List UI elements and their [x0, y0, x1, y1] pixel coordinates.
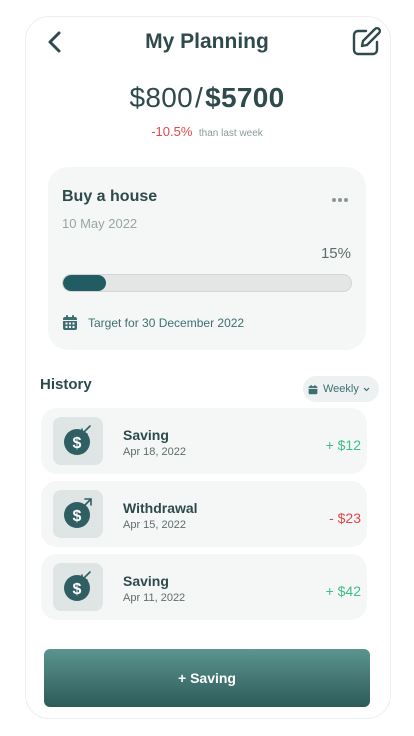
history-item-amount: - $23 — [329, 510, 361, 526]
history-item-type: Withdrawal — [123, 500, 198, 516]
spent-amount: $800 — [129, 82, 194, 113]
history-item-amount: + $42 — [325, 583, 361, 599]
history-item-date: Apr 18, 2022 — [123, 446, 186, 458]
goal-progress-bar — [62, 274, 352, 292]
budget-summary: $800/$5700 — [0, 82, 414, 114]
add-saving-button[interactable]: + Saving — [44, 649, 370, 707]
goal-progress-label: 15% — [320, 245, 351, 262]
change-percent: -10.5% — [151, 124, 193, 139]
history-item[interactable]: $ Withdrawal Apr 15, 2022 - $23 — [41, 481, 367, 547]
svg-text:$: $ — [73, 435, 82, 452]
weekly-change: -10.5% than last week — [0, 123, 414, 141]
goal-target: Target for 30 December 2022 — [62, 314, 244, 331]
svg-text:$: $ — [73, 508, 82, 525]
money-bag-icon: $ — [53, 417, 103, 465]
amount-separator: / — [195, 82, 204, 113]
history-item-date: Apr 11, 2022 — [123, 592, 186, 604]
history-title: History — [40, 376, 92, 393]
weekly-filter-dropdown[interactable]: Weekly — [303, 376, 379, 402]
total-amount: $5700 — [205, 82, 285, 113]
calendar-icon — [63, 315, 77, 330]
history-item-date: Apr 15, 2022 — [123, 519, 186, 531]
history-list: $ Saving Apr 18, 2022 + $12 $ Withdrawal Apr 1… — [41, 408, 367, 627]
chevron-down-icon — [363, 387, 370, 391]
calendar-icon — [308, 384, 318, 394]
history-item[interactable]: $ Saving Apr 11, 2022 + $42 — [41, 554, 367, 620]
weekly-filter-label: Weekly — [323, 383, 359, 395]
goal-target-text: Target for 30 December 2022 — [88, 315, 245, 330]
history-item-type: Saving — [123, 427, 169, 443]
edit-icon — [352, 26, 382, 56]
goal-title: Buy a house — [62, 188, 158, 205]
dot-icon — [338, 198, 342, 202]
history-item[interactable]: $ Saving Apr 18, 2022 + $12 — [41, 408, 367, 474]
dot-icon — [344, 198, 348, 202]
change-note: than last week — [198, 128, 263, 139]
money-bag-icon: $ — [53, 563, 103, 611]
history-item-amount: + $12 — [325, 437, 361, 453]
more-options-button[interactable] — [332, 189, 356, 203]
history-item-type: Saving — [123, 573, 169, 589]
goal-date: 10 May 2022 — [62, 216, 138, 231]
goal-progress-fill — [63, 275, 107, 291]
svg-text:$: $ — [73, 581, 82, 598]
edit-button[interactable] — [350, 26, 382, 58]
money-bag-icon: $ — [53, 490, 103, 538]
dot-icon — [332, 198, 336, 202]
goal-card[interactable]: Buy a house 10 May 2022 15% Target for 3… — [48, 167, 366, 350]
